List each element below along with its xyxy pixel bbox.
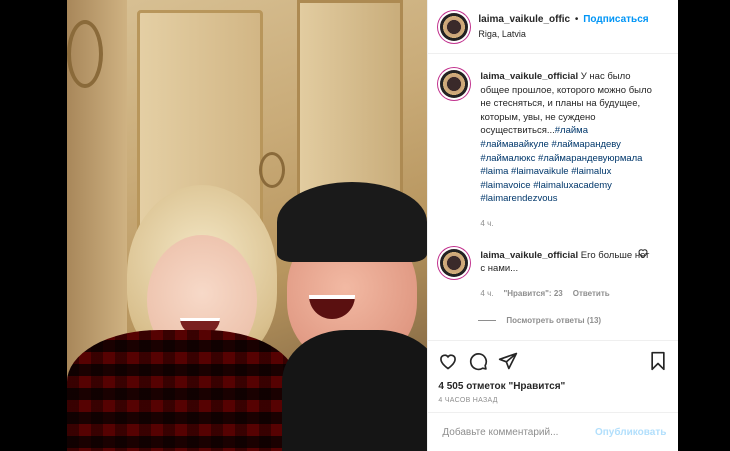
heart-icon[interactable] bbox=[438, 351, 458, 371]
caption-comment: laima_vaikule_official У нас было общее … bbox=[440, 70, 666, 231]
separator-dot: • bbox=[574, 13, 579, 25]
action-bar: 4 505 отметок "Нравится" 4 часов назад bbox=[428, 340, 679, 404]
like-comment-icon[interactable] bbox=[637, 247, 649, 259]
door-handle bbox=[67, 20, 103, 88]
likes-count[interactable]: 4 505 отметок "Нравится" bbox=[438, 381, 668, 392]
caption-time: 4 ч. bbox=[480, 218, 494, 228]
reply-likes[interactable]: "Нравится": 23 bbox=[503, 287, 562, 301]
door-handle bbox=[259, 152, 285, 188]
post-sidebar: laima_vaikule_offic • Подписаться Riga, … bbox=[427, 0, 679, 451]
add-comment-bar: Опубликовать bbox=[428, 412, 679, 451]
author-username[interactable]: laima_vaikule_offic bbox=[478, 14, 570, 25]
comments-list[interactable]: laima_vaikule_official У нас было общее … bbox=[428, 55, 678, 340]
view-replies-label: Посмотреть ответы (13) bbox=[506, 316, 602, 326]
reply-meta: 4 ч. "Нравится": 23 Ответить bbox=[480, 287, 656, 301]
caption-body: laima_vaikule_official У нас было общее … bbox=[480, 70, 656, 231]
reply-username[interactable]: laima_vaikule_official bbox=[480, 250, 578, 261]
avatar[interactable] bbox=[440, 12, 469, 41]
avatar[interactable] bbox=[440, 70, 469, 98]
reply-comment: laima_vaikule_official Его больше нет с … bbox=[440, 248, 666, 301]
person-cap bbox=[277, 182, 427, 262]
header-text: laima_vaikule_offic • Подписаться Riga, … bbox=[478, 13, 648, 41]
comment-input[interactable] bbox=[440, 425, 595, 439]
follow-button[interactable]: Подписаться bbox=[583, 14, 648, 25]
reply-body: laima_vaikule_official Его больше нет с … bbox=[480, 249, 656, 301]
comment-icon[interactable] bbox=[468, 351, 488, 371]
post-header: laima_vaikule_offic • Подписаться Riga, … bbox=[428, 0, 678, 54]
share-icon[interactable] bbox=[498, 351, 518, 371]
post-time: 4 часов назад bbox=[438, 397, 498, 404]
reply-time: 4 ч. bbox=[480, 288, 494, 298]
publish-button[interactable]: Опубликовать bbox=[595, 427, 666, 438]
post-modal: laima_vaikule_offic • Подписаться Riga, … bbox=[67, 0, 679, 451]
post-photo[interactable] bbox=[67, 0, 428, 451]
bookmark-icon[interactable] bbox=[648, 351, 668, 371]
replies-line bbox=[478, 320, 497, 322]
person-shirt bbox=[67, 330, 297, 451]
avatar[interactable] bbox=[440, 248, 469, 277]
person-body bbox=[282, 330, 428, 451]
caption-hashtags[interactable]: #лайма #лаймавайкуле #лаймарандеву #лайм… bbox=[480, 125, 645, 204]
location-link[interactable]: Riga, Latvia bbox=[478, 27, 648, 41]
action-icons bbox=[438, 349, 668, 373]
view-replies-button[interactable]: Посмотреть ответы (13) bbox=[478, 316, 666, 325]
reply-button[interactable]: Ответить bbox=[573, 287, 610, 301]
caption-username[interactable]: laima_vaikule_official bbox=[480, 71, 578, 82]
